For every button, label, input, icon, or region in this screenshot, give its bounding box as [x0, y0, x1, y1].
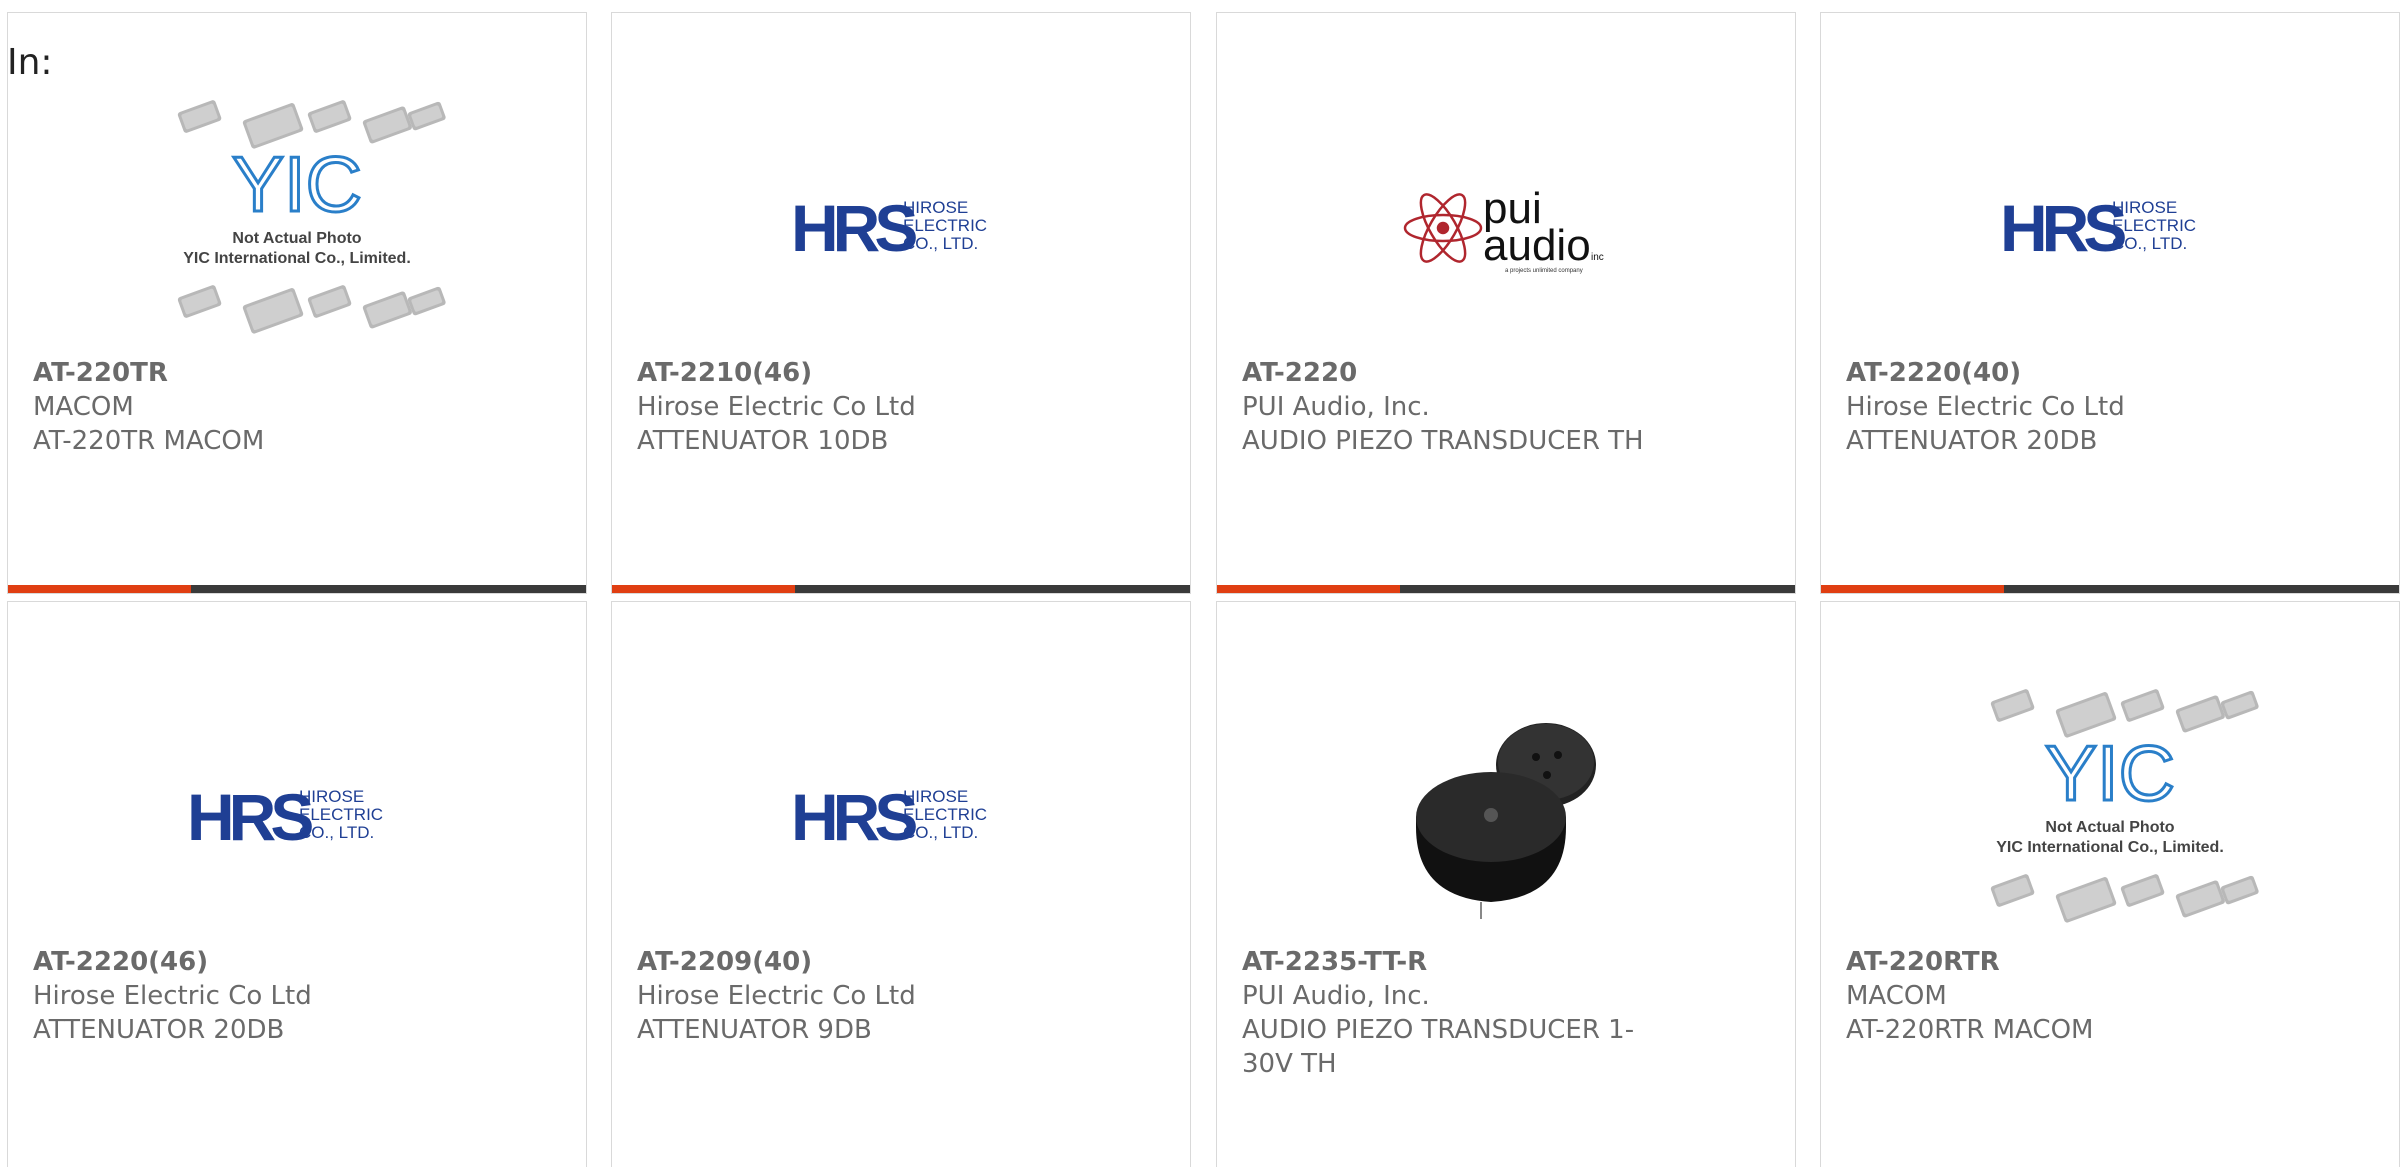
product-card[interactable]: HRS HIROSE ELECTRIC CO., LTD. AT-2209(40… [611, 601, 1191, 1167]
product-image[interactable]: YIC Not Actual Photo YIC International C… [8, 93, 586, 363]
hrs-line1: HIROSE [903, 787, 968, 806]
product-info: AT-2220(40) Hirose Electric Co Ltd ATTEN… [1846, 356, 2266, 458]
yic-line2: YIC International Co., Limited. [183, 250, 411, 267]
product-image[interactable]: HRS HIROSE ELECTRIC CO., LTD. [8, 682, 586, 952]
product-image[interactable]: HRS HIROSE ELECTRIC CO., LTD. [612, 93, 1190, 363]
manufacturer: MACOM [33, 392, 134, 422]
hrs-line2: ELECTRIC [2112, 216, 2196, 235]
yic-placeholder-image: YIC Not Actual Photo YIC International C… [1990, 689, 2259, 923]
hrs-mark: HRS [187, 782, 312, 852]
hrs-mark: HRS [2000, 193, 2125, 263]
description: AUDIO PIEZO TRANSDUCER 1-30V TH [1242, 1015, 1635, 1079]
product-grid: In: YIC Not Actual Photo YIC Internation… [0, 0, 2400, 1167]
description: ATTENUATOR 10DB [637, 426, 889, 456]
bar-accent [612, 585, 795, 593]
part-number[interactable]: AT-2209(40) [637, 945, 1057, 979]
bar-accent [1217, 585, 1400, 593]
product-card[interactable]: HRS HIROSE ELECTRIC CO., LTD. AT-2220(46… [7, 601, 587, 1167]
hrs-line2: ELECTRIC [299, 805, 383, 824]
bar-accent [1821, 585, 2004, 593]
product-info: AT-2235-TT-R PUI Audio, Inc. AUDIO PIEZO… [1242, 945, 1662, 1081]
pui-audio-logo-icon: pui audio inc a projects unlimited compa… [1403, 184, 1604, 274]
filter-label: In: [7, 42, 53, 83]
pui-word2: audio [1483, 221, 1591, 270]
manufacturer: PUI Audio, Inc. [1242, 981, 1430, 1011]
hrs-line3: CO., LTD. [299, 823, 374, 842]
hirose-logo-icon: HRS HIROSE ELECTRIC CO., LTD. [187, 782, 383, 852]
yic-mark: YIC [2045, 729, 2175, 817]
product-image[interactable]: HRS HIROSE ELECTRIC CO., LTD. [612, 682, 1190, 952]
product-image[interactable]: pui audio inc a projects unlimited compa… [1217, 93, 1795, 363]
product-card[interactable]: YIC Not Actual Photo YIC International C… [1820, 601, 2400, 1167]
yic-line2: YIC International Co., Limited. [1996, 839, 2224, 856]
card-accent-bar [8, 585, 586, 593]
part-number[interactable]: AT-2220 [1242, 356, 1662, 390]
hrs-line2: ELECTRIC [903, 805, 987, 824]
description: AT-220TR MACOM [33, 426, 265, 456]
description: ATTENUATOR 20DB [33, 1015, 285, 1045]
part-number[interactable]: AT-2210(46) [637, 356, 1057, 390]
bar-rest [1400, 585, 1795, 593]
manufacturer: Hirose Electric Co Ltd [637, 392, 916, 422]
bar-accent [8, 585, 191, 593]
product-info: AT-220TR MACOM AT-220TR MACOM [33, 356, 453, 458]
yic-line1: Not Actual Photo [232, 230, 361, 247]
pui-tagline: a projects unlimited company [1505, 268, 1583, 274]
card-accent-bar [1821, 585, 2399, 593]
product-image[interactable]: HRS HIROSE ELECTRIC CO., LTD. [1821, 93, 2399, 363]
product-info: AT-2209(40) Hirose Electric Co Ltd ATTEN… [637, 945, 1057, 1047]
manufacturer: PUI Audio, Inc. [1242, 392, 1430, 422]
product-card[interactable]: HRS HIROSE ELECTRIC CO., LTD. AT-2220(40… [1820, 12, 2400, 594]
manufacturer: MACOM [1846, 981, 1947, 1011]
product-card[interactable]: AT-2235-TT-R PUI Audio, Inc. AUDIO PIEZO… [1216, 601, 1796, 1167]
description: AUDIO PIEZO TRANSDUCER TH [1242, 426, 1644, 456]
product-info: AT-2220(46) Hirose Electric Co Ltd ATTEN… [33, 945, 453, 1047]
product-info: AT-2220 PUI Audio, Inc. AUDIO PIEZO TRAN… [1242, 356, 1662, 458]
hrs-line3: CO., LTD. [2112, 234, 2187, 253]
hrs-line1: HIROSE [903, 198, 968, 217]
part-number[interactable]: AT-2220(46) [33, 945, 453, 979]
hrs-line3: CO., LTD. [903, 823, 978, 842]
manufacturer: Hirose Electric Co Ltd [637, 981, 916, 1011]
product-info: AT-2210(46) Hirose Electric Co Ltd ATTEN… [637, 356, 1057, 458]
product-image[interactable] [1217, 682, 1795, 952]
product-info: AT-220RTR MACOM AT-220RTR MACOM [1846, 945, 2266, 1047]
bar-rest [191, 585, 586, 593]
hrs-mark: HRS [791, 193, 916, 263]
part-number[interactable]: AT-220RTR [1846, 945, 2266, 979]
hrs-line2: ELECTRIC [903, 216, 987, 235]
bar-rest [2004, 585, 2399, 593]
pui-inc: inc [1591, 252, 1604, 263]
piezo-transducer-photo [1416, 723, 1596, 919]
card-accent-bar [612, 585, 1190, 593]
part-number[interactable]: AT-2235-TT-R [1242, 945, 1662, 979]
product-card[interactable]: HRS HIROSE ELECTRIC CO., LTD. AT-2210(46… [611, 12, 1191, 594]
product-card[interactable]: YIC Not Actual Photo YIC International C… [7, 12, 587, 594]
hirose-logo-icon: HRS HIROSE ELECTRIC CO., LTD. [791, 193, 987, 263]
bar-rest [795, 585, 1190, 593]
description: ATTENUATOR 20DB [1846, 426, 2098, 456]
manufacturer: Hirose Electric Co Ltd [33, 981, 312, 1011]
hrs-mark: HRS [791, 782, 916, 852]
yic-placeholder-image: YIC Not Actual Photo YIC International C… [177, 100, 446, 334]
hrs-line1: HIROSE [2112, 198, 2177, 217]
product-image[interactable]: YIC Not Actual Photo YIC International C… [1821, 682, 2399, 952]
hirose-logo-icon: HRS HIROSE ELECTRIC CO., LTD. [791, 782, 987, 852]
yic-mark: YIC [232, 140, 362, 228]
hrs-line1: HIROSE [299, 787, 364, 806]
yic-line1: Not Actual Photo [2045, 819, 2174, 836]
description: ATTENUATOR 9DB [637, 1015, 872, 1045]
product-card[interactable]: pui audio inc a projects unlimited compa… [1216, 12, 1796, 594]
card-accent-bar [1217, 585, 1795, 593]
description: AT-220RTR MACOM [1846, 1015, 2094, 1045]
manufacturer: Hirose Electric Co Ltd [1846, 392, 2125, 422]
part-number[interactable]: AT-2220(40) [1846, 356, 2266, 390]
hirose-logo-icon: HRS HIROSE ELECTRIC CO., LTD. [2000, 193, 2196, 263]
part-number[interactable]: AT-220TR [33, 356, 453, 390]
hrs-line3: CO., LTD. [903, 234, 978, 253]
